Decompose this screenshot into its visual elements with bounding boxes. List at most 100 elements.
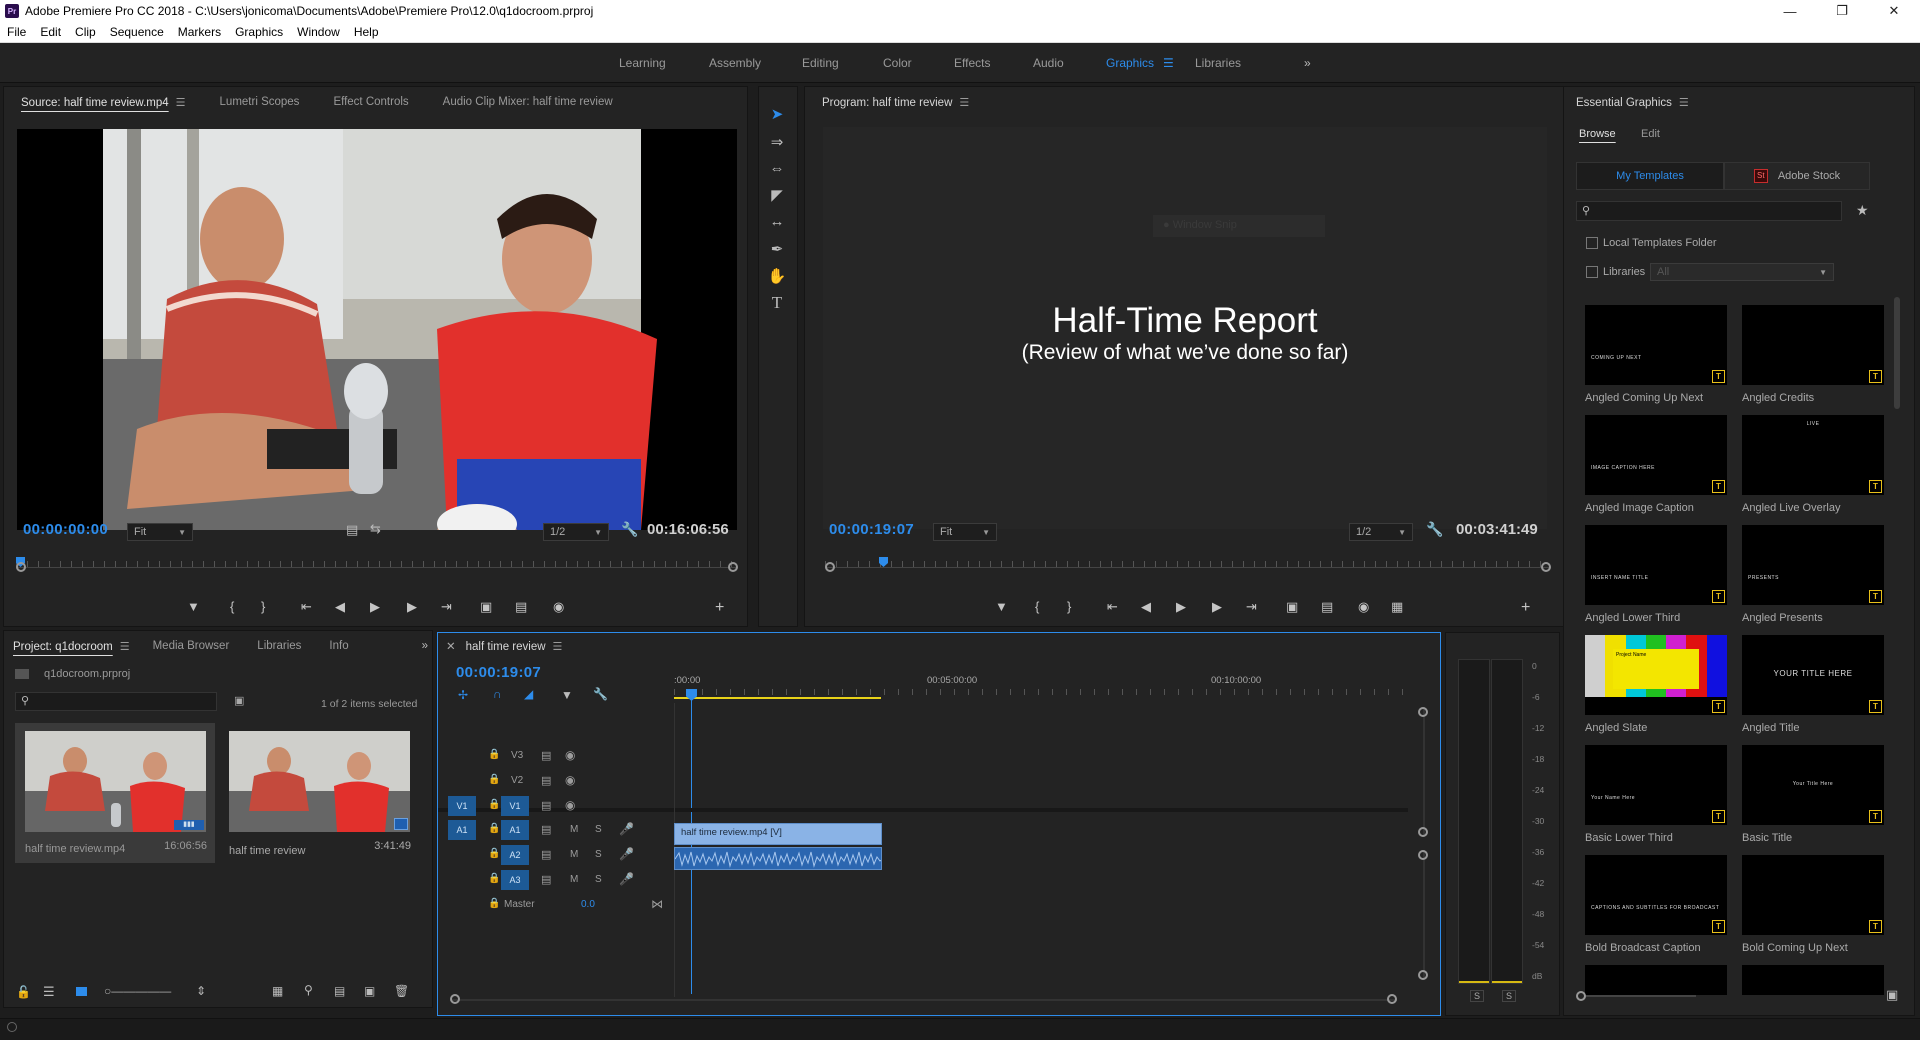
restore-icon[interactable]: ❐ — [1816, 0, 1868, 22]
step-forward-icon[interactable]: ▶ — [1212, 599, 1222, 615]
panel-menu-icon[interactable]: ☰ — [1679, 96, 1689, 109]
video-tracks-scrollbar[interactable] — [1418, 707, 1430, 837]
panel-menu-icon[interactable]: ☰ — [959, 96, 969, 109]
menu-graphics[interactable]: Graphics — [228, 25, 290, 39]
minimize-icon[interactable]: — — [1764, 0, 1816, 22]
workspace-audio[interactable]: Audio — [1033, 56, 1064, 70]
workspace-editing[interactable]: Editing — [802, 56, 839, 70]
tab-essential-graphics[interactable]: Essential Graphics ☰ — [1564, 96, 1701, 109]
sync-lock-icon[interactable]: ▤ — [541, 774, 551, 787]
zoom-slider-icon[interactable]: ○————— — [104, 984, 171, 998]
template-card[interactable]: Project Name T Angled Slate — [1585, 635, 1727, 739]
master-go-end-icon[interactable]: ⋈ — [651, 897, 663, 911]
microphone-icon[interactable]: 🎤 — [619, 847, 634, 861]
template-card[interactable]: Your Title Here T Basic Title — [1742, 745, 1884, 849]
libraries-dropdown[interactable]: All ▼ — [1650, 263, 1834, 281]
drag-video-icon[interactable]: ▤ — [346, 522, 358, 538]
mark-in-icon[interactable]: { — [1035, 599, 1039, 614]
go-to-in-icon[interactable]: ⇤ — [301, 599, 312, 615]
template-card[interactable]: Your Name Here T Basic Lower Third — [1585, 745, 1727, 849]
go-to-out-icon[interactable]: ⇥ — [1246, 599, 1257, 615]
selection-tool-icon[interactable]: ➤ — [759, 105, 795, 123]
zoom-end-handle[interactable] — [728, 562, 738, 572]
template-card[interactable]: YOUR TITLE HERE T Angled Title — [1742, 635, 1884, 739]
play-icon[interactable]: ▶ — [370, 599, 380, 615]
mark-out-icon[interactable]: } — [1067, 599, 1071, 614]
eye-icon[interactable]: ◉ — [565, 748, 575, 762]
track-label-a2[interactable]: A2 — [501, 845, 529, 865]
lock-icon[interactable]: 🔒 — [488, 799, 500, 810]
overwrite-icon[interactable]: ▤ — [515, 599, 527, 615]
mute-button[interactable]: M — [570, 874, 578, 885]
play-icon[interactable]: ▶ — [1176, 599, 1186, 615]
pen-tool-icon[interactable]: ✒ — [759, 240, 795, 258]
timeline-marker-icon[interactable]: ▼ — [561, 688, 573, 702]
workspace-color[interactable]: Color — [883, 56, 912, 70]
timeline-settings-wrench-icon[interactable]: 🔧 — [593, 687, 608, 701]
ripple-edit-tool-icon[interactable]: ⇔ — [759, 160, 795, 177]
program-time-ruler[interactable] — [825, 557, 1551, 579]
tab-libraries[interactable]: Libraries — [243, 640, 315, 652]
project-search-input[interactable]: ⚲ — [15, 692, 217, 711]
drag-audio-icon[interactable]: ⇆ — [370, 521, 381, 537]
template-card[interactable]: PRESENTS T Angled Presents — [1742, 525, 1884, 629]
my-templates-tab[interactable]: My Templates — [1576, 162, 1724, 190]
solo-button[interactable]: S — [595, 849, 602, 860]
lift-icon[interactable]: ▣ — [1286, 599, 1298, 615]
panel-menu-icon[interactable]: ☰ — [120, 640, 130, 653]
step-forward-icon[interactable]: ▶ — [407, 599, 417, 615]
razor-tool-icon[interactable]: ◤ — [759, 186, 795, 204]
mark-out-icon[interactable]: } — [261, 599, 265, 614]
lock-icon[interactable]: 🔒 — [488, 774, 500, 785]
timeline-horizontal-scrollbar[interactable] — [450, 994, 1397, 1006]
workspace-graphics[interactable]: Graphics — [1106, 56, 1154, 70]
tab-sequence[interactable]: half time review ☰ — [456, 640, 573, 653]
new-search-bin-icon[interactable]: ▣ — [234, 694, 244, 707]
sync-lock-icon[interactable]: ▤ — [541, 823, 551, 836]
export-frame-icon[interactable]: ◉ — [1358, 599, 1369, 615]
track-label-a1[interactable]: A1 — [501, 820, 529, 840]
panel-menu-icon[interactable]: ☰ — [553, 640, 563, 653]
tab-edit[interactable]: Edit — [1641, 128, 1660, 140]
sync-lock-icon[interactable]: ▤ — [541, 749, 551, 762]
sync-lock-icon[interactable]: ▤ — [541, 848, 551, 861]
program-settings-wrench-icon[interactable]: 🔧 — [1426, 521, 1443, 538]
audio-tracks-scrollbar[interactable] — [1418, 850, 1430, 980]
source-time-ruler[interactable] — [16, 557, 738, 579]
add-marker-icon[interactable]: ▼ — [187, 599, 200, 614]
lock-icon[interactable]: 🔒 — [488, 848, 500, 859]
solo-button[interactable]: S — [595, 874, 602, 885]
track-label-a3[interactable]: A3 — [501, 870, 529, 890]
timeline-timecode[interactable]: 00:00:19:07 — [456, 664, 541, 681]
lock-icon[interactable]: 🔒 — [488, 749, 500, 760]
menu-clip[interactable]: Clip — [68, 25, 103, 39]
track-label-v3[interactable]: V3 — [511, 750, 523, 761]
new-item-icon[interactable]: ▣ — [1886, 987, 1898, 1003]
trash-icon[interactable]: 🗑 — [394, 984, 409, 998]
lock-icon[interactable]: 🔓 — [16, 985, 31, 999]
new-bin-icon[interactable]: ▤ — [334, 984, 345, 998]
list-view-icon[interactable]: ☰ — [43, 984, 55, 1000]
hand-tool-icon[interactable]: ✋ — [759, 267, 795, 285]
template-card[interactable]: T Angled Credits — [1742, 305, 1884, 409]
comparison-view-icon[interactable]: ▦ — [1391, 599, 1403, 615]
find-icon[interactable]: ⚲ — [304, 983, 313, 997]
workspace-assembly[interactable]: Assembly — [709, 56, 761, 70]
mark-in-icon[interactable]: { — [230, 599, 234, 614]
workspace-menu-icon[interactable]: ☰ — [1163, 56, 1174, 70]
add-edit-icon[interactable]: ◢ — [524, 687, 533, 701]
sync-lock-icon[interactable]: ▤ — [541, 799, 551, 812]
automate-to-sequence-icon[interactable]: ▦ — [272, 984, 283, 998]
program-video-frame[interactable]: ● Window Snip Half-Time Report (Review o… — [823, 127, 1547, 529]
template-thumbnail[interactable] — [1742, 965, 1884, 995]
libraries-checkbox[interactable]: Libraries — [1586, 266, 1645, 279]
timeline-ruler[interactable]: :00:00 00:05:00:00 00:10:00:00 — [674, 675, 1410, 703]
workspace-libraries[interactable]: Libraries — [1195, 56, 1241, 70]
tab-source[interactable]: Source: half time review.mp4 ☰ — [4, 96, 203, 109]
insert-icon[interactable]: ▣ — [480, 599, 492, 615]
sort-icon[interactable]: ⇕ — [196, 984, 206, 998]
master-volume-value[interactable]: 0.0 — [581, 899, 595, 910]
close-sequence-icon[interactable]: ✕ — [446, 639, 456, 653]
menu-markers[interactable]: Markers — [171, 25, 228, 39]
program-resolution-dropdown[interactable]: 1/2 ▼ — [1349, 523, 1413, 541]
